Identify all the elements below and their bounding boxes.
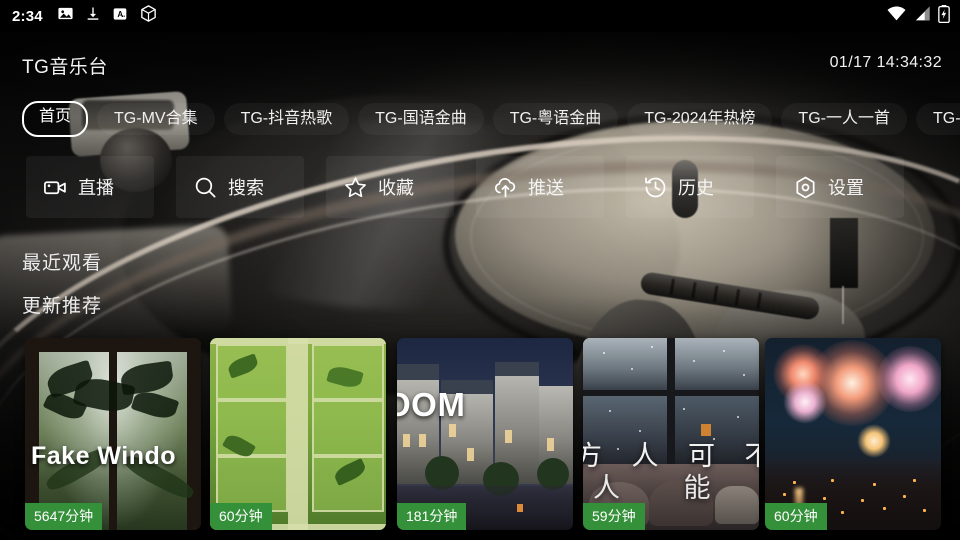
- battery-charging-icon: [938, 4, 950, 28]
- text-a-icon: A: [112, 6, 128, 27]
- category-tab-strip[interactable]: 首页 TG-MV合集 TG-抖音热歌 TG-国语金曲 TG-粤语金曲 TG-20…: [0, 99, 960, 139]
- quick-menu-item-push[interactable]: 推送: [476, 156, 604, 218]
- card-duration-badge: 59分钟: [583, 503, 645, 530]
- media-card-row: Fake Windo 5647分钟 60分钟 OOM 181分钟 方 人 可 人…: [0, 338, 960, 534]
- quick-menu-label-history: 历史: [678, 178, 714, 198]
- tab-mv-collection[interactable]: TG-MV合集: [97, 103, 215, 135]
- quick-menu-item-search[interactable]: 搜索: [176, 156, 304, 218]
- quick-menu-label-favorites: 收藏: [378, 178, 414, 198]
- card-duration-badge: 60分钟: [210, 503, 272, 530]
- status-bar-notification-icons: A: [57, 4, 158, 28]
- quick-menu-label-push: 推送: [528, 178, 564, 198]
- card-thumbnail: [765, 338, 941, 530]
- card-thumbnail: [210, 338, 386, 530]
- card-overlay-title: OOM: [397, 386, 466, 423]
- image-icon: [57, 5, 74, 27]
- card-thumbnail: [397, 338, 573, 530]
- media-card[interactable]: 60分钟: [210, 338, 386, 530]
- section-title-updates: 更新推荐: [22, 296, 103, 317]
- star-icon: [342, 174, 368, 200]
- clock-history-icon: [642, 174, 668, 200]
- tab-2024-chart[interactable]: TG-2024年热榜: [627, 103, 773, 135]
- quick-menu[interactable]: 直播 搜索 收藏 推送 历史 设置: [26, 156, 946, 218]
- video-camera-icon: [42, 174, 68, 200]
- tab-one-person-one-song[interactable]: TG-一人一首: [781, 103, 907, 135]
- card-overlay-title: Fake Windo: [31, 442, 177, 470]
- quick-menu-item-favorites[interactable]: 收藏: [326, 156, 454, 218]
- tab-mandarin-gold[interactable]: TG-国语金曲: [358, 103, 484, 135]
- quick-menu-label-search: 搜索: [228, 178, 264, 198]
- media-card[interactable]: 方 人 可 不 人 能 59分钟: [583, 338, 759, 530]
- page-header: TG音乐台 01/17 14:34:32: [0, 52, 960, 96]
- card-thumbnail: [25, 338, 201, 530]
- card-duration-badge: 5647分钟: [25, 503, 103, 530]
- cube-icon: [139, 4, 158, 28]
- quick-menu-label-settings: 设置: [828, 178, 864, 198]
- tab-douyin-hits[interactable]: TG-抖音热歌: [223, 103, 350, 135]
- tab-cantonese-gold[interactable]: TG-粤语金曲: [492, 103, 619, 135]
- status-bar: 2:34 A: [0, 0, 960, 32]
- settings-hexagon-icon: [792, 174, 818, 200]
- status-bar-system-icons: [887, 4, 950, 28]
- quick-menu-item-live[interactable]: 直播: [26, 156, 154, 218]
- signal-icon: [913, 6, 931, 26]
- quick-menu-label-live: 直播: [78, 178, 114, 198]
- download-icon: [85, 5, 101, 27]
- wifi-icon: [887, 6, 906, 26]
- card-overlay-subtitle: 人 能: [593, 473, 739, 503]
- tab-car-dj[interactable]: TG-车载D: [915, 103, 960, 135]
- page-title: TG音乐台: [22, 57, 108, 78]
- media-card[interactable]: 60分钟: [765, 338, 941, 530]
- search-icon: [192, 174, 218, 200]
- media-card[interactable]: Fake Windo 5647分钟: [25, 338, 201, 530]
- app-root: 2:34 A TG音乐台 01/17 14:34:32 首页 TG-MV合集 T…: [0, 0, 960, 540]
- card-duration-badge: 181分钟: [397, 503, 467, 530]
- status-bar-clock: 2:34: [12, 7, 43, 25]
- card-duration-badge: 60分钟: [765, 503, 827, 530]
- quick-menu-item-settings[interactable]: 设置: [776, 156, 904, 218]
- svg-text:A: A: [117, 9, 123, 18]
- tab-home[interactable]: 首页: [22, 101, 89, 137]
- quick-menu-item-history[interactable]: 历史: [626, 156, 754, 218]
- header-datetime: 01/17 14:34:32: [829, 54, 942, 71]
- cloud-upload-icon: [492, 174, 518, 200]
- section-title-recent: 最近观看: [22, 253, 103, 274]
- media-card[interactable]: OOM 181分钟: [397, 338, 573, 530]
